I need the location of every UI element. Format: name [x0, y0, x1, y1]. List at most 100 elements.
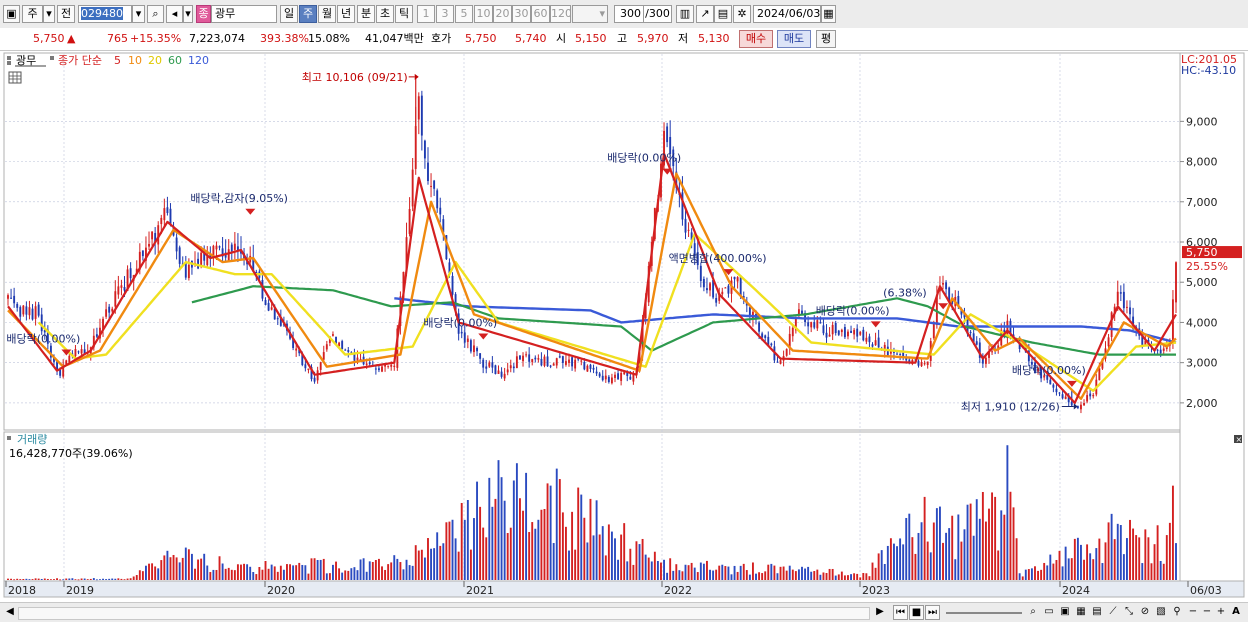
period-unit-select[interactable]: 주	[22, 5, 43, 23]
auto-scale-icon[interactable]: A	[1229, 605, 1243, 620]
volume-bar	[160, 560, 163, 580]
overlay-icon[interactable]: ▤	[1090, 605, 1104, 620]
volume-bar	[515, 463, 518, 580]
volume-bar	[344, 570, 347, 580]
volume-bar	[641, 538, 644, 580]
chevron-down-icon[interactable]: ▾	[43, 5, 55, 23]
candle-body	[571, 357, 574, 367]
period-minute-button[interactable]: 분	[357, 5, 375, 23]
volume-bar	[647, 557, 650, 580]
volume-bar	[540, 509, 543, 580]
volume-bar	[911, 537, 914, 580]
interval-3-button[interactable]: 3	[436, 5, 454, 23]
candle-type-icon[interactable]: ▥	[676, 5, 694, 23]
window-icon[interactable]: ▣	[3, 5, 20, 23]
candle-body	[614, 374, 616, 378]
stock-name-field[interactable]: 광무	[211, 5, 277, 23]
volume-bar	[819, 574, 822, 580]
search-icon[interactable]: ⌕	[147, 5, 164, 23]
scroll-right-icon[interactable]: ▶	[874, 605, 886, 620]
buy-button[interactable]: 매수	[739, 30, 773, 48]
volume-bar	[745, 570, 748, 580]
volume-bar	[776, 573, 779, 580]
gear-icon[interactable]: ✲	[733, 5, 751, 23]
interval-30-button[interactable]: 30	[512, 5, 531, 23]
interval-20-button[interactable]: 20	[493, 5, 512, 23]
sound-icon[interactable]: ◂	[166, 5, 183, 23]
screenshot-icon[interactable]: ▧	[1154, 605, 1168, 620]
volume-bar	[981, 491, 984, 580]
zoom-minus-icon[interactable]: −	[1200, 605, 1214, 620]
interval-5-button[interactable]: 5	[455, 5, 473, 23]
volume-bar	[227, 567, 230, 580]
volume-bar	[221, 563, 224, 580]
candle-body	[534, 357, 537, 360]
volume-bar	[16, 578, 19, 580]
interval-120-button[interactable]: 120	[550, 5, 571, 23]
period-week-button[interactable]: 주	[299, 5, 317, 23]
candle-body	[497, 370, 500, 374]
candle-body	[810, 322, 813, 328]
compare-button[interactable]: 전	[57, 5, 75, 23]
interval-60-button[interactable]: 60	[531, 5, 550, 23]
period-second-button[interactable]: 초	[376, 5, 394, 23]
code-dropdown-icon[interactable]: ▾	[132, 5, 145, 23]
volume-bar	[1052, 563, 1055, 580]
volume-bar	[145, 565, 147, 580]
volume-bar	[908, 513, 911, 580]
volume-bar	[816, 569, 819, 580]
x-axis-label: 2024	[1062, 584, 1090, 597]
candle-body	[25, 306, 28, 315]
grid-icon[interactable]: ▦	[1074, 605, 1088, 620]
volume-ratio: 393.38%	[260, 32, 309, 45]
eval-button[interactable]: 평	[816, 30, 836, 48]
scroll-left-icon[interactable]: ◀	[4, 605, 16, 620]
volume-bar	[460, 502, 463, 580]
grid-toggle-icon[interactable]	[8, 71, 22, 84]
measure-icon[interactable]: ⊘	[1138, 605, 1152, 620]
zoom-in-icon[interactable]: +	[1214, 605, 1228, 620]
sound-dropdown-icon[interactable]: ▾	[183, 5, 193, 23]
volume-bar	[356, 570, 359, 580]
period-tick-button[interactable]: 틱	[395, 5, 413, 23]
horizontal-scrollbar[interactable]	[18, 607, 870, 620]
interval-custom-select[interactable]: ▾	[572, 5, 608, 23]
first-page-icon[interactable]: ⏮	[893, 605, 908, 620]
interval-1-button[interactable]: 1	[417, 5, 435, 23]
low-price: 5,130	[698, 32, 730, 45]
count-input[interactable]: 300	[614, 5, 644, 23]
volume-bar	[494, 498, 497, 580]
period-day-button[interactable]: 일	[280, 5, 298, 23]
volume-bar	[758, 572, 761, 580]
volume-bar	[785, 570, 788, 580]
search-zoom-icon[interactable]: ⌕	[1026, 605, 1040, 620]
candle-body	[1126, 306, 1128, 308]
line-tool-icon[interactable]: ⤡	[1122, 605, 1136, 620]
volume-bar	[935, 508, 938, 580]
candle-body	[840, 329, 843, 333]
volume-bar	[951, 515, 954, 580]
magnifier-icon[interactable]: ⚲	[1170, 605, 1184, 620]
stock-chart[interactable]: 최고 10,106 (09/21) 배당락(0.00%) 배당락,감자(9.05%)…	[0, 51, 1248, 603]
sell-button[interactable]: 매도	[777, 30, 811, 48]
interval-10-button[interactable]: 10	[474, 5, 493, 23]
volume-bar	[371, 562, 374, 580]
code-input[interactable]: 029480	[78, 5, 132, 23]
volume-bar	[984, 521, 987, 580]
candle-body	[163, 208, 166, 221]
last-page-icon[interactable]: ⏭	[925, 605, 940, 620]
period-month-button[interactable]: 월	[318, 5, 336, 23]
calendar-icon[interactable]: ▦	[821, 5, 836, 23]
save-icon[interactable]: ▤	[714, 5, 732, 23]
zoom-out-icon[interactable]: −	[1186, 605, 1200, 620]
period-year-button[interactable]: 년	[337, 5, 355, 23]
date-input[interactable]: 2024/06/03	[753, 5, 821, 23]
stop-icon[interactable]: ■	[909, 605, 924, 620]
trend-icon[interactable]: ⟋	[1106, 605, 1120, 620]
volume-bar	[240, 564, 242, 580]
candle-body	[896, 353, 898, 355]
copy-icon[interactable]: ▣	[1058, 605, 1072, 620]
drawing-tool-icon[interactable]: ↗	[696, 5, 714, 23]
layout-icon[interactable]: ▭	[1042, 605, 1056, 620]
zoom-slider[interactable]	[946, 612, 1022, 614]
